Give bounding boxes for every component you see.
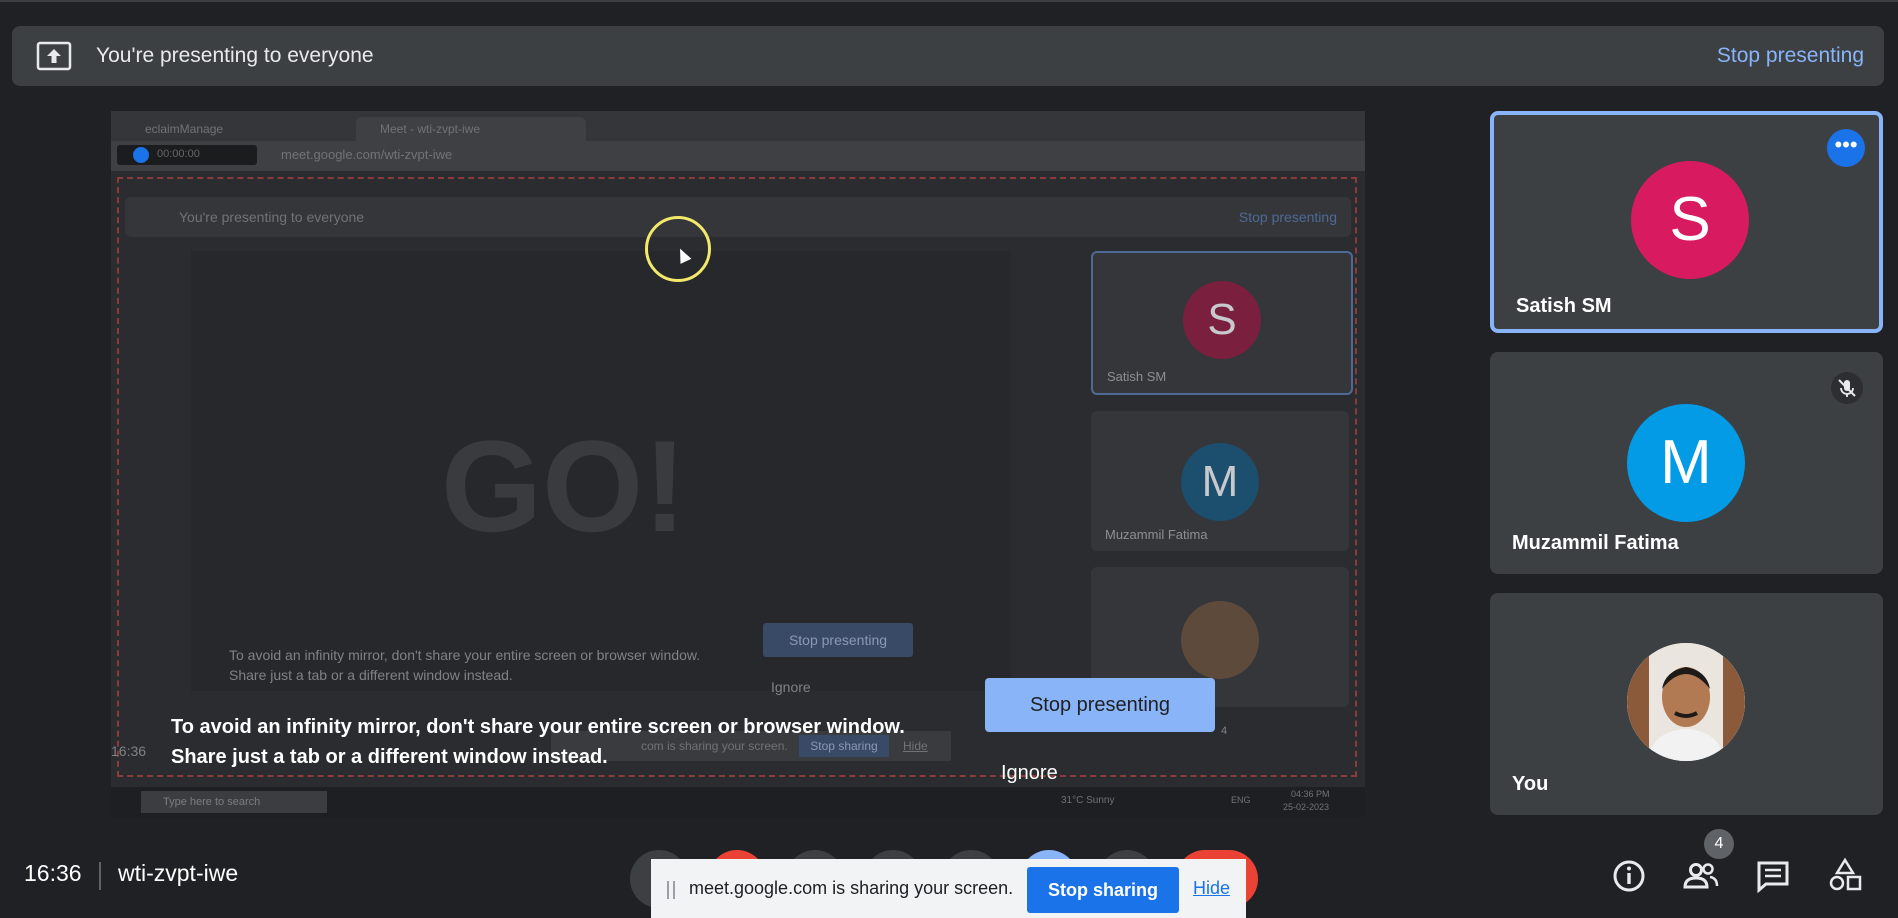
inner-presenting-banner: You're presenting to everyone Stop prese… (125, 197, 1351, 237)
presenting-banner: You're presenting to everyone Stop prese… (12, 26, 1884, 86)
stop-presenting-link[interactable]: Stop presenting (1717, 26, 1864, 86)
inner-go-text: GO! (441, 413, 687, 559)
participant-name: Satish SM (1516, 295, 1612, 317)
hide-link[interactable]: Hide (1193, 859, 1230, 918)
inner-participant-name: Muzammil Fatima (1105, 527, 1208, 542)
browser-tab-strip: eclaimManage Meet - wti-zvpt-iwe (111, 111, 1365, 141)
mic-off-icon (1831, 372, 1863, 404)
divider (99, 862, 101, 890)
inner-people-badge: 4 (1221, 725, 1228, 737)
inner-warning-line: To avoid an infinity mirror, don't share… (229, 647, 701, 663)
inner-presenting-label: You're presenting to everyone (179, 209, 365, 225)
share-message: meet.google.com is sharing your screen. (689, 878, 1014, 898)
stop-sharing-button[interactable]: Stop sharing (1027, 867, 1179, 913)
info-icon[interactable] (1609, 856, 1649, 896)
inner-avatar: M (1181, 443, 1259, 521)
inner-participant-tile: M Muzammil Fatima (1091, 411, 1349, 551)
browser-tab: eclaimManage (145, 122, 224, 136)
avatar: S (1631, 161, 1749, 279)
people-count-badge: 4 (1704, 829, 1734, 859)
recording-time: 00:00:00 (157, 148, 200, 160)
inner-participant-tile: S Satish SM (1091, 251, 1353, 395)
browser-tab: Meet - wti-zvpt-iwe (356, 117, 586, 141)
present-to-all-icon (36, 41, 72, 71)
screen-share-banner: meet.google.com is sharing your screen. … (651, 859, 1246, 918)
window-top-border (0, 0, 1898, 2)
people-icon[interactable] (1681, 856, 1721, 896)
avatar: M (1627, 404, 1745, 522)
avatar (1627, 643, 1745, 761)
inner-avatar (1181, 601, 1259, 679)
warning-line-2: Share just a tab or a different window i… (171, 746, 608, 768)
taskbar-weather: 31°C Sunny (1061, 795, 1115, 806)
profile-photo (1627, 643, 1745, 761)
participant-tile-muzammil[interactable]: M Muzammil Fatima (1490, 352, 1883, 574)
presenting-label: You're presenting to everyone (96, 44, 374, 67)
inner-stop-presenting-button: Stop presenting (763, 623, 913, 657)
taskbar-lang: ENG (1231, 795, 1251, 805)
inner-warning-line: Share just a tab or a different window i… (229, 667, 513, 683)
recording-indicator: 00:00:00 (117, 145, 257, 165)
inner-hide: Hide (903, 739, 928, 753)
address-url: meet.google.com/wti-zvpt-iwe (281, 147, 453, 162)
pause-icon (133, 147, 149, 163)
inner-stop-presenting: Stop presenting (1238, 209, 1337, 225)
participant-tile-satish[interactable]: S Satish SM ••• (1490, 111, 1883, 333)
inner-participant-name: Satish SM (1107, 369, 1167, 384)
windows-taskbar: Type here to search 31°C Sunny ENG 04:36… (111, 787, 1365, 817)
inner-avatar: S (1183, 281, 1261, 359)
more-options-icon[interactable]: ••• (1827, 129, 1865, 167)
meeting-code: wti-zvpt-iwe (118, 860, 239, 886)
inner-warning: To avoid an infinity mirror, don't share… (229, 645, 700, 685)
meeting-clock: 16:36 (24, 860, 82, 886)
stop-presenting-button[interactable]: Stop presenting (985, 678, 1215, 732)
warning-line-1: To avoid an infinity mirror, don't share… (171, 716, 905, 738)
taskbar-date: 25-02-2023 (1283, 802, 1330, 812)
taskbar-time: 04:36 PM (1291, 789, 1330, 799)
infinity-mirror-warning: To avoid an infinity mirror, don't share… (171, 712, 905, 772)
participant-name: Muzammil Fatima (1512, 532, 1679, 554)
participant-tile-you[interactable]: You (1490, 593, 1883, 815)
taskbar-search: Type here to search (141, 791, 327, 813)
ignore-button[interactable]: Ignore (1001, 762, 1058, 785)
participant-name: You (1512, 773, 1549, 795)
chat-icon[interactable] (1753, 856, 1793, 896)
activities-icon[interactable] (1825, 856, 1865, 896)
drag-handle[interactable] (667, 881, 675, 899)
inner-time: 16:36 (111, 743, 147, 759)
inner-ignore: Ignore (771, 679, 811, 695)
browser-address-bar: meet.google.com/wti-zvpt-iwe (111, 141, 1365, 171)
